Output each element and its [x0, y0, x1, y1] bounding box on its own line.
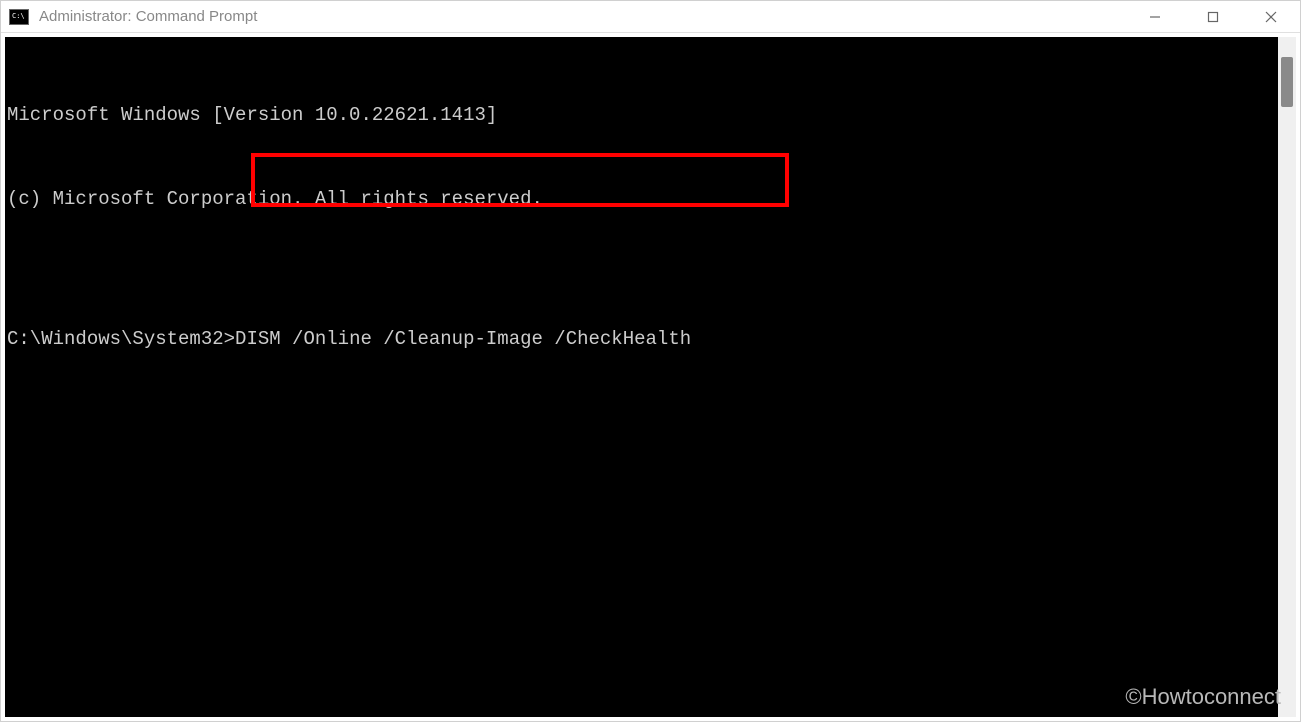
copyright-line: (c) Microsoft Corporation. All rights re… — [7, 185, 1278, 213]
titlebar[interactable]: Administrator: Command Prompt — [1, 1, 1300, 33]
maximize-button[interactable] — [1184, 1, 1242, 32]
command-prompt-window: Administrator: Command Prompt Microsoft … — [0, 0, 1301, 722]
terminal-container: Microsoft Windows [Version 10.0.22621.14… — [1, 33, 1300, 721]
terminal-output[interactable]: Microsoft Windows [Version 10.0.22621.14… — [5, 37, 1278, 717]
scrollbar-thumb[interactable] — [1281, 57, 1293, 107]
close-button[interactable] — [1242, 1, 1300, 32]
minimize-button[interactable] — [1126, 1, 1184, 32]
scrollbar-track[interactable] — [1278, 37, 1296, 717]
window-title: Administrator: Command Prompt — [39, 8, 1126, 25]
version-line: Microsoft Windows [Version 10.0.22621.14… — [7, 101, 1278, 129]
prompt-path: C:\Windows\System32> — [7, 325, 235, 353]
cmd-icon — [9, 9, 29, 25]
prompt-line: C:\Windows\System32>DISM /Online /Cleanu… — [7, 325, 1278, 353]
command-input[interactable]: DISM /Online /Cleanup-Image /CheckHealth — [235, 325, 691, 353]
window-controls — [1126, 1, 1300, 32]
